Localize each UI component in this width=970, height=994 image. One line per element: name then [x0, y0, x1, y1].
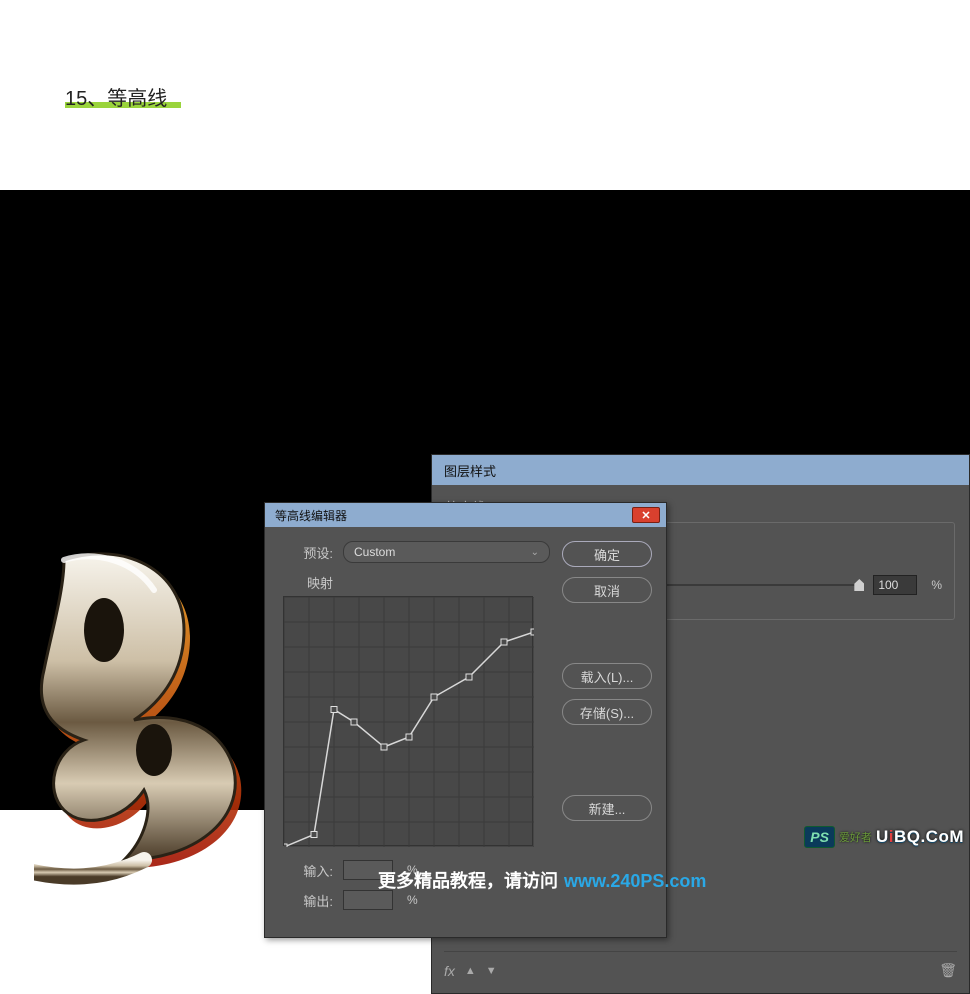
step-title: 15、等高线 — [65, 82, 167, 111]
watermark-url: www.240PS.com — [564, 871, 706, 892]
corner-watermark: PS 爱好者 UiBQ.CoM — [804, 826, 964, 848]
ps-small: 爱好者 — [839, 829, 872, 845]
preset-label: 预设: — [279, 543, 333, 562]
fx-menu[interactable]: fx — [444, 963, 455, 979]
move-down-icon[interactable]: ▼ — [486, 965, 497, 977]
output-label: 输出: — [279, 891, 333, 910]
range-unit: % — [931, 578, 942, 592]
contour-editor-titlebar[interactable]: 等高线编辑器 ✕ — [265, 503, 666, 527]
close-button[interactable]: ✕ — [632, 507, 660, 523]
watermark-label: 更多精品教程，请访问 — [378, 867, 558, 893]
preset-value: Custom — [354, 545, 395, 559]
save-button[interactable]: 存储(S)... — [562, 699, 652, 725]
range-input[interactable]: 100 — [873, 575, 917, 595]
move-up-icon[interactable]: ▲ — [465, 965, 476, 977]
preset-select[interactable]: Custom ⌄ — [343, 541, 550, 563]
artwork-preview — [34, 530, 264, 900]
range-slider-thumb[interactable] — [854, 579, 864, 591]
cancel-button[interactable]: 取消 — [562, 577, 652, 603]
curve-editor[interactable] — [283, 596, 533, 846]
ok-button[interactable]: 确定 — [562, 541, 652, 567]
close-icon: ✕ — [641, 509, 650, 522]
canvas-area: 图层样式 等高线 图素 等高线: ▾ 消除锯齿(L — [0, 190, 970, 810]
uibq-logo: UiBQ.CoM — [876, 827, 964, 847]
ps-badge: PS — [804, 826, 835, 848]
watermark-text: 更多精品教程，请访问 www.240PS.com — [378, 867, 706, 893]
output-unit: % — [407, 893, 418, 907]
chevron-down-icon: ⌄ — [531, 547, 539, 558]
input-label: 输入: — [279, 861, 333, 880]
layer-style-title: 图层样式 — [444, 461, 496, 480]
layer-style-titlebar[interactable]: 图层样式 — [432, 455, 969, 485]
mapping-label: 映射 — [279, 573, 333, 592]
trash-icon[interactable]: 🗑 — [939, 962, 957, 979]
output-field[interactable] — [343, 890, 393, 910]
contour-editor-title: 等高线编辑器 — [275, 507, 347, 524]
load-button[interactable]: 载入(L)... — [562, 663, 652, 689]
new-button[interactable]: 新建... — [562, 795, 652, 821]
